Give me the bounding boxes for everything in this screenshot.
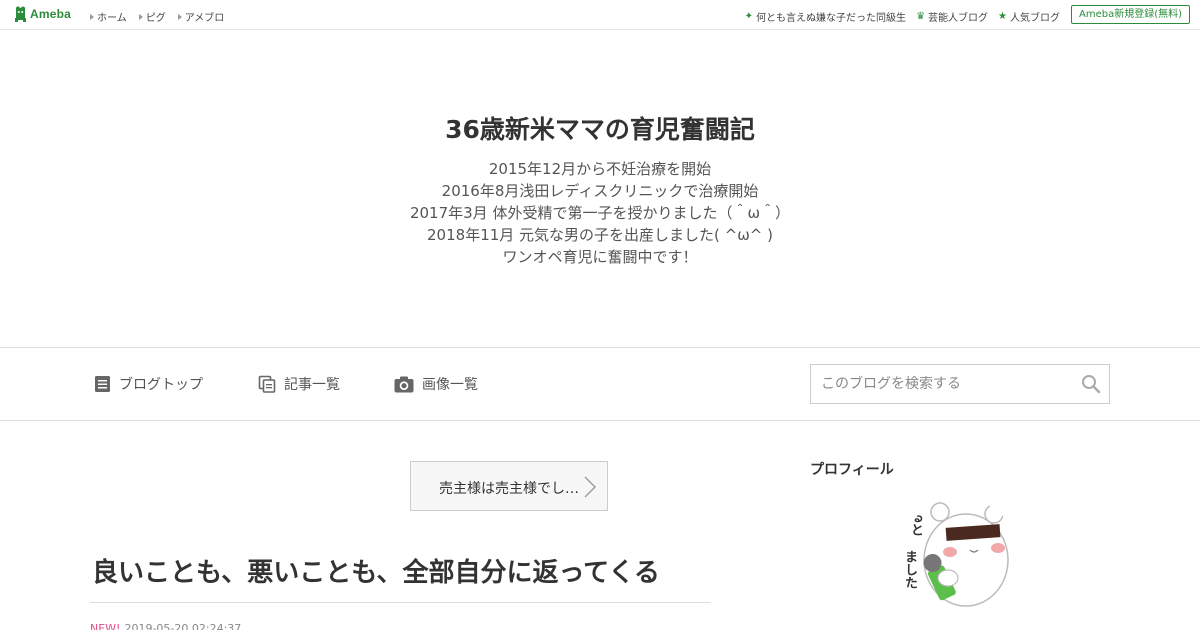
blog-top-link[interactable]: ブログトップ bbox=[94, 374, 203, 394]
entry-meta: NEW! 2019-05-20 02:24:37 bbox=[90, 622, 241, 630]
signup-button[interactable]: Ameba新規登録(無料) bbox=[1070, 5, 1190, 24]
description-line: 2016年8月浅田レディスクリニックで治療開始 bbox=[441, 182, 759, 200]
document-icon bbox=[95, 376, 110, 392]
pages-icon bbox=[258, 375, 276, 393]
triangle-right-icon bbox=[90, 13, 94, 20]
entry-timestamp: 2019-05-20 02:24:37 bbox=[124, 622, 242, 630]
description-line: 2017年3月 体外受精で第一子を授かりました（＾ω＾） bbox=[409, 204, 791, 222]
search-input[interactable] bbox=[821, 374, 1071, 394]
previous-entry-label: 売主様は売主様でし… bbox=[439, 481, 579, 497]
entry-list-label: 記事一覧 bbox=[284, 377, 340, 393]
logo-text: Ameba bbox=[30, 7, 72, 21]
avatar-text-line: ると bbox=[908, 510, 923, 536]
previous-entry-button[interactable]: 売主様は売主様でし… bbox=[410, 461, 608, 511]
avatar-text-line: ました bbox=[902, 550, 917, 589]
celebrity-blog-label: 芸能人ブログ bbox=[928, 13, 989, 24]
ameba-logo[interactable]: Ameba bbox=[14, 6, 71, 22]
divider bbox=[90, 602, 711, 603]
popular-blog-link[interactable]: ★ 人気ブログ bbox=[998, 9, 1060, 24]
nav-pigg-label: ピグ bbox=[145, 13, 166, 24]
nav-pigg-link[interactable]: ピグ bbox=[138, 9, 166, 24]
blog-top-label: ブログトップ bbox=[119, 377, 203, 393]
nav-home-label: ホーム bbox=[97, 13, 127, 24]
ameba-logo-icon bbox=[15, 6, 26, 22]
popular-blog-label: 人気ブログ bbox=[1010, 13, 1060, 24]
triangle-right-icon bbox=[177, 13, 182, 20]
profile-heading: プロフィール bbox=[810, 462, 894, 478]
sparkle-icon: ✦ bbox=[744, 11, 754, 22]
description-line: ワンオペ育児に奮闘中です！ bbox=[502, 248, 698, 266]
nav-ameblo-label: アメブロ bbox=[184, 13, 225, 24]
entry-title[interactable]: 良いことも、悪いことも、全部自分に返ってくる bbox=[92, 552, 660, 589]
avatar[interactable]: ると ました bbox=[900, 498, 1020, 618]
nav-home-link[interactable]: ホーム bbox=[90, 9, 127, 24]
description-line: 2018年11月 元気な男の子を出産しました( ^ω^ ) bbox=[427, 226, 773, 244]
chevron-right-icon bbox=[584, 476, 596, 498]
star-icon: ★ bbox=[998, 11, 1007, 22]
trending-article-label: 何とも言えぬ嫌な子だった同級生 bbox=[756, 13, 907, 24]
camera-icon bbox=[394, 376, 414, 392]
blog-search bbox=[810, 364, 1110, 404]
nav-ameblo-link[interactable]: アメブロ bbox=[177, 9, 225, 24]
header-links: ✦ 何とも言えぬ嫌な子だった同級生 ♛ 芸能人ブログ ★ 人気ブログ bbox=[745, 9, 1060, 24]
blog-description: 2015年12月から不妊治療を開始 2016年8月浅田レディスクリニックで治療開… bbox=[0, 158, 1200, 268]
triangle-right-icon bbox=[138, 13, 143, 20]
description-line: 2015年12月から不妊治療を開始 bbox=[488, 160, 712, 178]
image-list-label: 画像一覧 bbox=[422, 377, 478, 393]
global-nav: ホーム ピグ アメブロ bbox=[90, 9, 224, 24]
global-header: Ameba ホーム ピグ アメブロ ✦ 何とも言えぬ嫌な子だった同級生 ♛ 芸能… bbox=[0, 0, 1200, 30]
trending-article-link[interactable]: ✦ 何とも言えぬ嫌な子だった同級生 bbox=[745, 9, 906, 24]
blog-nav: ブログトップ 記事一覧 画像一覧 bbox=[0, 347, 1200, 421]
new-badge: NEW! bbox=[90, 622, 121, 630]
crown-icon: ♛ bbox=[916, 11, 926, 22]
avatar-caption: ると ました bbox=[900, 498, 1020, 618]
image-list-link[interactable]: 画像一覧 bbox=[394, 374, 478, 394]
search-icon[interactable] bbox=[1081, 374, 1101, 394]
celebrity-blog-link[interactable]: ♛ 芸能人ブログ bbox=[916, 9, 988, 24]
entry-list-link[interactable]: 記事一覧 bbox=[258, 374, 340, 394]
blog-title[interactable]: 36歳新米ママの育児奮闘記 bbox=[0, 110, 1200, 146]
